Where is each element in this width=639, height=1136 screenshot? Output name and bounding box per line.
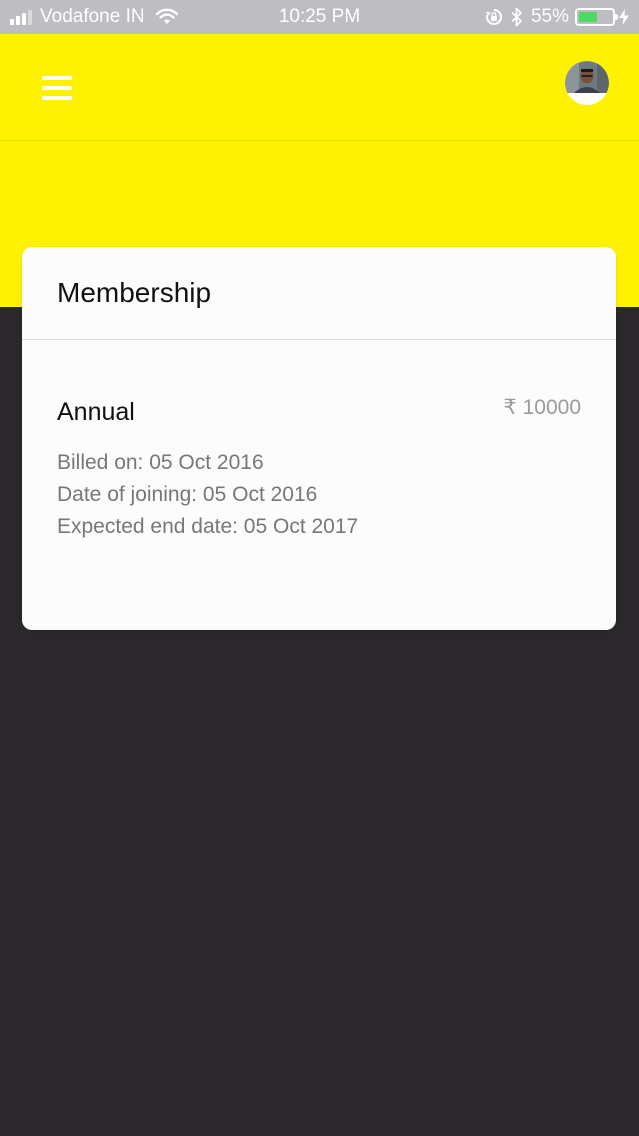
screen: Vodafone IN 10:25 PM 55% Membership Annu… [0, 0, 639, 1136]
expected-end-date: Expected end date: 05 Oct 2017 [57, 515, 359, 538]
card-body: Annual ₹ 10000 Billed on: 05 Oct 2016 Da… [22, 340, 616, 543]
battery-nub [615, 14, 618, 20]
rotation-lock-icon [485, 8, 503, 26]
date-of-joining: Date of joining: 05 Oct 2016 [57, 483, 318, 506]
user-avatar[interactable] [565, 61, 609, 105]
battery-percent: 55% [530, 6, 569, 27]
card-title: Membership [57, 277, 212, 308]
plan-price: ₹ 10000 [503, 396, 581, 419]
app-bar [0, 34, 639, 141]
card-header: Membership [22, 247, 616, 340]
bluetooth-icon [511, 7, 523, 27]
status-right: 55% [485, 6, 629, 28]
status-bar: Vodafone IN 10:25 PM 55% [0, 0, 639, 34]
battery-icon [575, 8, 618, 26]
charging-icon [619, 9, 629, 25]
hamburger-menu-icon[interactable] [42, 76, 72, 100]
billed-on: Billed on: 05 Oct 2016 [57, 451, 264, 474]
membership-card: Membership Annual ₹ 10000 Billed on: 05 … [22, 247, 616, 630]
membership-details: Billed on: 05 Oct 2016 Date of joining: … [57, 447, 616, 543]
battery-level-fill [579, 12, 597, 22]
